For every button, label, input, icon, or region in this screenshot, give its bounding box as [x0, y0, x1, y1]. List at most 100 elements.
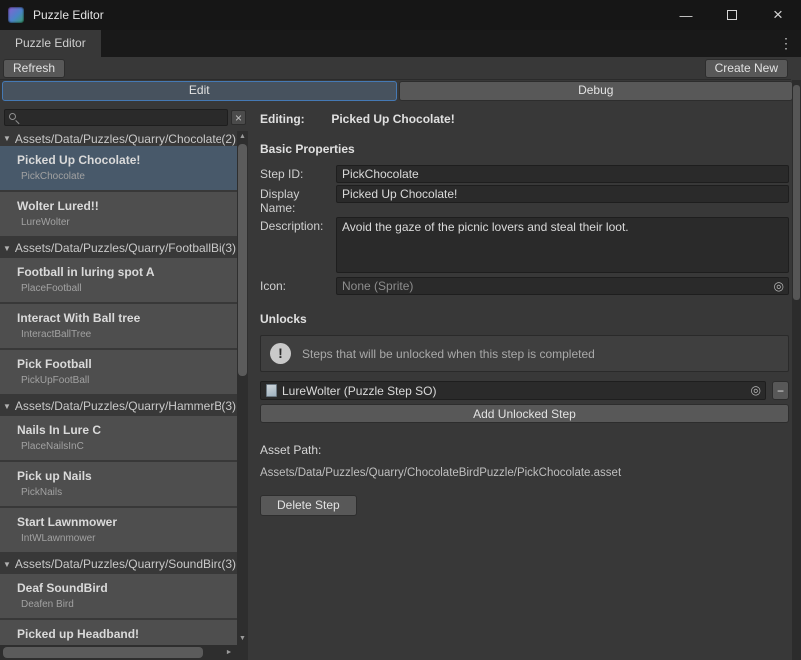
window-vertical-scrollbar[interactable]	[792, 80, 801, 660]
info-icon: !	[270, 343, 291, 364]
minimize-button[interactable]: —	[663, 0, 709, 30]
display-name-row: Display Name:	[258, 185, 789, 215]
list-item-pick-football[interactable]: Pick Football PickUpFootBall	[0, 350, 237, 394]
collapse-icon: ▼	[3, 244, 11, 253]
group-header-soundbird[interactable]: ▼ Assets/Data/Puzzles/Quarry/SoundBird (…	[0, 554, 237, 574]
search-clear-button[interactable]: ×	[231, 110, 246, 125]
step-id: PickUpFootBall	[17, 375, 231, 386]
icon-object-value: None (Sprite)	[342, 279, 413, 293]
create-new-button[interactable]: Create New	[705, 59, 788, 78]
list-item-place-nails[interactable]: Nails In Lure C PlaceNailsInC	[0, 416, 237, 460]
icon-row: Icon: None (Sprite) ◎	[258, 277, 789, 295]
step-id-input[interactable]	[336, 165, 789, 183]
window-controls: — ×	[663, 0, 801, 30]
list-item-place-football[interactable]: Football in luring spot A PlaceFootball	[0, 258, 237, 302]
list-item-pick-chocolate[interactable]: Picked Up Chocolate! PickChocolate	[0, 146, 237, 190]
toolbar: Refresh Create New	[0, 57, 791, 80]
sidebar-vertical-scrollbar[interactable]: ▲ ▼	[237, 131, 248, 645]
display-name-label: Display Name:	[260, 185, 336, 215]
step-title: Nails In Lure C	[17, 423, 231, 437]
app-icon	[8, 7, 24, 23]
group-header-chocolate[interactable]: ▼ Assets/Data/Puzzles/Quarry/Chocolate (…	[0, 131, 237, 146]
group-count: (2)	[221, 132, 236, 146]
asset-path-value: Assets/Data/Puzzles/Quarry/ChocolateBird…	[260, 467, 789, 479]
group-header-football[interactable]: ▼ Assets/Data/Puzzles/Quarry/FootballBir…	[0, 238, 237, 258]
list-item-pick-nails[interactable]: Pick up Nails PickNails	[0, 462, 237, 506]
step-list: ▼ Assets/Data/Puzzles/Quarry/Chocolate (…	[0, 131, 237, 645]
list-item-deaf-soundbird[interactable]: Deaf SoundBird Deafen Bird	[0, 574, 237, 618]
collapse-icon: ▼	[3, 402, 11, 411]
sidebar-horizontal-scroll-thumb[interactable]	[3, 647, 203, 658]
group-header-hammer[interactable]: ▼ Assets/Data/Puzzles/Quarry/HammerBi (3…	[0, 396, 237, 416]
asset-path-label: Asset Path:	[260, 443, 789, 457]
collapse-icon: ▼	[3, 134, 11, 143]
group-path: Assets/Data/Puzzles/Quarry/FootballBir	[15, 241, 221, 255]
close-button[interactable]: ×	[755, 0, 801, 30]
list-item-picked-up-headband[interactable]: Picked up Headband!	[0, 620, 237, 645]
step-title: Deaf SoundBird	[17, 581, 231, 595]
step-title: Start Lawnmower	[17, 515, 231, 529]
group-count: (3)	[221, 399, 236, 413]
description-label: Description:	[260, 217, 336, 233]
mode-tabs: Edit Debug	[2, 81, 793, 101]
editor-panel: Editing: Picked Up Chocolate! Basic Prop…	[258, 104, 789, 660]
step-id: PickNails	[17, 487, 231, 498]
search-input[interactable]	[4, 109, 228, 126]
maximize-icon	[727, 10, 737, 20]
step-title: Interact With Ball tree	[17, 311, 231, 325]
step-title: Picked Up Chocolate!	[17, 153, 231, 167]
kebab-menu-icon[interactable]: ⋮	[779, 35, 793, 51]
editing-value: Picked Up Chocolate!	[331, 112, 454, 126]
object-picker-icon[interactable]: ◎	[774, 278, 784, 295]
description-input[interactable]: Avoid the gaze of the picnic lovers and …	[336, 217, 789, 273]
window-title: Puzzle Editor	[33, 8, 104, 22]
step-id: PlaceNailsInC	[17, 441, 231, 452]
step-id-row: Step ID:	[258, 165, 789, 183]
tab-edit[interactable]: Edit	[2, 81, 397, 101]
unlocked-step-label: LureWolter (Puzzle Step SO)	[282, 384, 437, 398]
step-id-label: Step ID:	[260, 165, 336, 181]
unlocked-step-object-field[interactable]: LureWolter (Puzzle Step SO) ◎	[260, 381, 766, 400]
description-row: Description: Avoid the gaze of the picni…	[258, 217, 789, 273]
editing-row: Editing: Picked Up Chocolate!	[260, 112, 789, 126]
collapse-icon: ▼	[3, 560, 11, 569]
sidebar-horizontal-scrollbar[interactable]: ►	[0, 645, 237, 660]
add-unlocked-step-button[interactable]: Add Unlocked Step	[260, 404, 789, 423]
scroll-down-icon[interactable]: ▼	[237, 633, 248, 645]
editing-label: Editing:	[260, 112, 328, 126]
group-count: (3)	[221, 241, 236, 255]
list-item-start-lawnmower[interactable]: Start Lawnmower IntWLawnmower	[0, 508, 237, 552]
object-picker-icon[interactable]: ◎	[751, 382, 761, 399]
list-item-lure-wolter[interactable]: Wolter Lured!! LureWolter	[0, 192, 237, 236]
step-title: Wolter Lured!!	[17, 199, 231, 213]
unlocks-info-box: ! Steps that will be unlocked when this …	[260, 335, 789, 372]
step-title: Picked up Headband!	[17, 627, 231, 641]
step-id: LureWolter	[17, 217, 231, 228]
unlocked-step-entry: LureWolter (Puzzle Step SO) ◎ −	[260, 381, 789, 400]
scroll-right-icon[interactable]: ►	[223, 645, 235, 660]
delete-step-button[interactable]: Delete Step	[260, 495, 357, 516]
step-title: Pick Football	[17, 357, 231, 371]
maximize-button[interactable]	[709, 0, 755, 30]
step-title: Pick up Nails	[17, 469, 231, 483]
step-id: IntWLawnmower	[17, 533, 231, 544]
tab-strip: Puzzle Editor ⋮	[0, 30, 801, 57]
step-id: PlaceFootball	[17, 283, 231, 294]
basic-properties-title: Basic Properties	[260, 142, 789, 156]
tab-puzzle-editor[interactable]: Puzzle Editor	[0, 30, 101, 57]
group-path: Assets/Data/Puzzles/Quarry/HammerBi	[15, 399, 221, 413]
list-item-interact-ball-tree[interactable]: Interact With Ball tree InteractBallTree	[0, 304, 237, 348]
step-title: Football in luring spot A	[17, 265, 231, 279]
icon-object-field[interactable]: None (Sprite) ◎	[336, 277, 789, 295]
step-id: Deafen Bird	[17, 599, 231, 610]
scroll-up-icon[interactable]: ▲	[237, 131, 248, 143]
step-id: InteractBallTree	[17, 329, 231, 340]
tab-debug[interactable]: Debug	[399, 81, 794, 101]
titlebar: Puzzle Editor — ×	[0, 0, 801, 30]
icon-label: Icon:	[260, 277, 336, 293]
remove-unlocked-step-button[interactable]: −	[772, 381, 789, 400]
window-vertical-scroll-thumb[interactable]	[793, 85, 800, 300]
refresh-button[interactable]: Refresh	[3, 59, 65, 78]
sidebar-vertical-scroll-thumb[interactable]	[238, 144, 247, 376]
display-name-input[interactable]	[336, 185, 789, 203]
